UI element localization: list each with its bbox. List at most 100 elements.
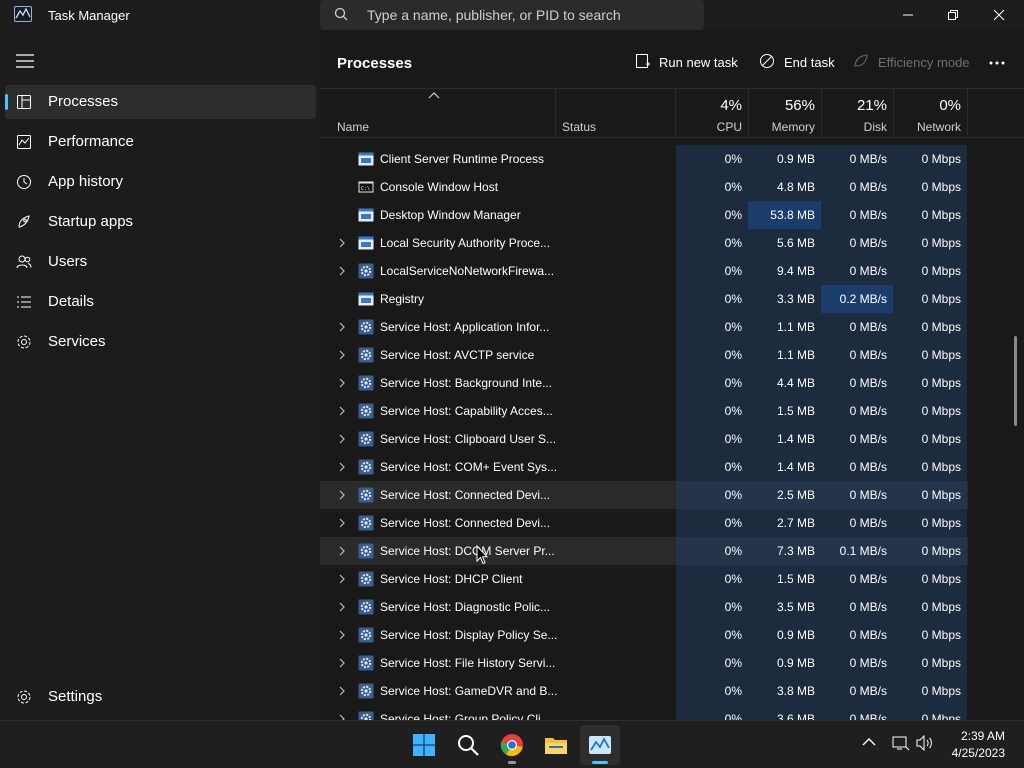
chevron-right-icon[interactable] <box>338 490 346 500</box>
table-row[interactable]: Service Host: Background Inte... 0% 4.4 MB… <box>320 369 968 397</box>
table-row[interactable]: Local Security Authority Proce... 0% 5.6 M… <box>320 229 968 257</box>
table-row[interactable]: Service Host: Group Policy Cli... 0% 3.6 M… <box>320 705 968 720</box>
sort-ascending-icon[interactable] <box>428 91 440 99</box>
service-gear-icon <box>358 571 374 587</box>
volume-icon[interactable] <box>916 735 934 751</box>
table-row[interactable]: Service Host: GameDVR and B... 0% 3.8 MB 0 … <box>320 677 968 705</box>
network-cell: 0 Mbps <box>893 537 967 565</box>
window-process-icon <box>358 236 374 250</box>
table-row[interactable]: C:\ Console Window Host 0% 4.8 MB 0 MB/s 0 Mb… <box>320 173 968 201</box>
memory-cell: 1.5 MB <box>748 565 821 593</box>
end-task-button[interactable]: End task <box>759 52 835 72</box>
run-new-task-button[interactable]: Run new task <box>635 52 738 72</box>
chevron-right-icon[interactable] <box>338 266 346 276</box>
table-row[interactable]: Service Host: Connected Devi... 0% 2.5 MB 0… <box>320 481 968 509</box>
chevron-right-icon[interactable] <box>338 546 346 556</box>
taskbar-search-button[interactable] <box>448 725 488 765</box>
cpu-total[interactable]: 4% <box>676 97 742 114</box>
table-row[interactable]: LocalServiceNoNetworkFirewa... 0% 9.4 MB 0 … <box>320 257 968 285</box>
start-icon <box>413 734 435 756</box>
table-row[interactable]: Service Host: Clipboard User S... 0% 1.4 M… <box>320 425 968 453</box>
chevron-right-icon[interactable] <box>338 238 346 248</box>
chevron-right-icon[interactable] <box>338 686 346 696</box>
more-options-button[interactable] <box>988 52 1008 72</box>
service-gear-icon <box>358 543 374 559</box>
table-row[interactable]: Service Host: Display Policy Se... 0% 0.9 … <box>320 621 968 649</box>
disk-total[interactable]: 21% <box>821 97 887 114</box>
network-cell: 0 Mbps <box>893 425 967 453</box>
sidebar-item-app-history[interactable]: App history <box>5 165 316 199</box>
table-row[interactable]: Registry 0% 3.3 MB 0.2 MB/s 0 Mbps <box>320 285 968 313</box>
minimize-button[interactable] <box>885 0 931 30</box>
chevron-right-icon[interactable] <box>338 462 346 472</box>
column-status[interactable]: Status <box>562 120 596 134</box>
table-row[interactable]: Service Host: DHCP Client 0% 1.5 MB 0 MB/s 0… <box>320 565 968 593</box>
table-row[interactable]: Client Server Runtime Process 0% 0.9 MB 0 M… <box>320 145 968 173</box>
table-row[interactable]: Service Host: Connected Devi... 0% 2.7 MB 0… <box>320 509 968 537</box>
network-cell: 0 Mbps <box>893 145 967 173</box>
chevron-right-icon[interactable] <box>338 630 346 640</box>
table-row[interactable]: Service Host: AVCTP service 0% 1.1 MB 0 MB/… <box>320 341 968 369</box>
chevron-right-icon[interactable] <box>338 322 346 332</box>
column-network[interactable]: Network <box>893 120 961 134</box>
efficiency-mode-button[interactable]: Efficiency mode <box>853 52 970 72</box>
hamburger-menu-icon[interactable] <box>16 54 34 68</box>
table-row[interactable]: Service Host: Application Infor... 0% 1.1 … <box>320 313 968 341</box>
process-list[interactable]: Client Server Runtime Process 0% 0.9 MB 0 M… <box>320 145 1024 720</box>
memory-cell: 2.7 MB <box>748 509 821 537</box>
service-gear-icon <box>358 375 374 391</box>
cpu-cell: 0% <box>676 705 748 720</box>
chevron-right-icon[interactable] <box>338 574 346 584</box>
column-divider[interactable] <box>967 89 968 137</box>
maximize-button[interactable] <box>930 0 976 30</box>
table-row[interactable]: Service Host: COM+ Event Sys... 0% 1.4 MB 0… <box>320 453 968 481</box>
start-button[interactable] <box>404 725 444 765</box>
table-row[interactable]: Service Host: File History Servi... 0% 0.9… <box>320 649 968 677</box>
disk-cell: 0 MB/s <box>821 481 893 509</box>
sidebar-item-services[interactable]: Services <box>5 325 316 359</box>
memory-cell: 3.8 MB <box>748 677 821 705</box>
process-name: Service Host: Connected Devi... <box>380 516 551 530</box>
column-name[interactable]: Name <box>337 120 369 134</box>
chevron-right-icon[interactable] <box>338 602 346 612</box>
column-memory[interactable]: Memory <box>748 120 815 134</box>
sidebar-item-details[interactable]: Details <box>5 285 316 319</box>
search-icon <box>458 735 479 756</box>
clock-time[interactable]: 2:39 AM <box>961 729 1005 743</box>
column-divider[interactable] <box>555 89 556 137</box>
chevron-right-icon[interactable] <box>338 434 346 444</box>
search-input[interactable]: Type a name, publisher, or PID to search <box>367 7 621 23</box>
memory-cell: 1.1 MB <box>748 341 821 369</box>
close-button[interactable] <box>976 0 1022 30</box>
network-cell: 0 Mbps <box>893 509 967 537</box>
sidebar-item-performance[interactable]: Performance <box>5 125 316 159</box>
chevron-right-icon[interactable] <box>338 350 346 360</box>
memory-total[interactable]: 56% <box>748 97 815 114</box>
network-total[interactable]: 0% <box>893 97 961 114</box>
sidebar-item-startup-apps[interactable]: Startup apps <box>5 205 316 239</box>
chevron-right-icon[interactable] <box>338 406 346 416</box>
table-row[interactable]: Desktop Window Manager 0% 53.8 MB 0 MB/s 0 M… <box>320 201 968 229</box>
sidebar-item-users[interactable]: Users <box>5 245 316 279</box>
scrollbar[interactable] <box>1014 336 1017 426</box>
chevron-up-icon[interactable] <box>862 735 876 749</box>
disk-cell: 0 MB/s <box>821 201 893 229</box>
table-row[interactable]: Service Host: Diagnostic Polic... 0% 3.5 M… <box>320 593 968 621</box>
memory-cell: 2.5 MB <box>748 481 821 509</box>
chevron-right-icon[interactable] <box>338 378 346 388</box>
clock-date[interactable]: 4/25/2023 <box>952 746 1005 760</box>
chevron-right-icon[interactable] <box>338 518 346 528</box>
task-manager-taskbar-button[interactable] <box>580 725 620 765</box>
column-cpu[interactable]: CPU <box>676 120 742 134</box>
chrome-button[interactable] <box>492 725 532 765</box>
chevron-right-icon[interactable] <box>338 658 346 668</box>
table-row[interactable]: Service Host: Capability Acces... 0% 1.5 M… <box>320 397 968 425</box>
memory-cell: 3.6 MB <box>748 705 821 720</box>
table-row[interactable]: Service Host: DCOM Server Pr... 0% 7.3 MB 0… <box>320 537 968 565</box>
file-explorer-button[interactable] <box>536 725 576 765</box>
network-icon[interactable] <box>892 735 910 751</box>
column-disk[interactable]: Disk <box>821 120 887 134</box>
running-indicator <box>508 761 516 764</box>
sidebar-item-settings[interactable]: Settings <box>5 680 316 714</box>
sidebar-item-processes[interactable]: Processes <box>5 85 316 119</box>
